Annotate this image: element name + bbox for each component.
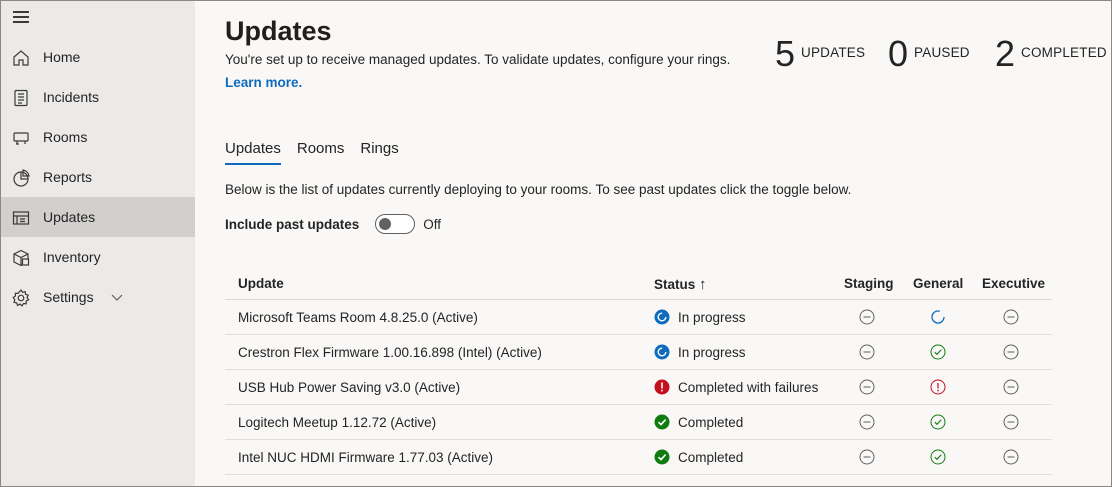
tab-rooms[interactable]: Rooms <box>297 140 345 165</box>
general-completed-icon <box>930 344 946 360</box>
update-name[interactable]: Crestron Flex Firmware 1.00.16.898 (Inte… <box>238 345 542 360</box>
incidents-icon <box>14 89 28 107</box>
toggle-knob <box>379 218 392 230</box>
staging-not-started-icon <box>859 449 875 465</box>
tab-list: Updates Rooms Rings <box>225 140 415 165</box>
status-completed-icon <box>654 414 670 430</box>
sidebar: Home Incidents Rooms Reports Updates Inv… <box>0 0 195 487</box>
general-in-progress-icon <box>930 309 946 325</box>
sidebar-item-label: Home <box>43 49 81 65</box>
table-row[interactable]: Crestron Flex Firmware 1.00.16.898 (Inte… <box>225 335 1052 370</box>
sidebar-item-incidents[interactable]: Incidents <box>0 77 195 117</box>
sidebar-item-home[interactable]: Home <box>0 37 195 77</box>
list-description: Below is the list of updates currently d… <box>225 182 852 197</box>
executive-not-started-icon <box>1003 379 1019 395</box>
update-name[interactable]: Intel NUC HDMI Firmware 1.77.03 (Active) <box>238 450 493 465</box>
chevron-down-icon[interactable] <box>110 290 124 304</box>
past-updates-toggle-row: Include past updates Off <box>225 214 441 234</box>
sidebar-item-label: Reports <box>43 169 93 185</box>
status-text: In progress <box>678 309 746 325</box>
stat-completed: 2 COMPLETED <box>995 36 1107 72</box>
stat-value: 0 <box>888 33 909 74</box>
sort-arrow-icon: ↑ <box>699 276 707 293</box>
executive-not-started-icon <box>1003 449 1019 465</box>
column-header-update[interactable]: Update <box>238 276 284 291</box>
stat-value: 5 <box>775 33 796 74</box>
status-text: In progress <box>678 344 746 360</box>
table-body: Microsoft Teams Room 4.8.25.0 (Active) In… <box>225 300 1052 475</box>
table-row[interactable]: Intel NUC HDMI Firmware 1.77.03 (Active)… <box>225 440 1052 475</box>
status-cell: Completed <box>654 414 743 430</box>
general-failure-icon <box>930 379 946 395</box>
sidebar-item-label: Updates <box>43 209 96 225</box>
column-header-label: Status <box>654 277 696 292</box>
reports-icon <box>13 169 30 187</box>
general-completed-icon <box>930 449 946 465</box>
staging-not-started-icon <box>859 379 875 395</box>
column-header-general[interactable]: General <box>913 276 963 291</box>
table-row[interactable]: Logitech Meetup 1.12.72 (Active) Complete… <box>225 405 1052 440</box>
table-header: Update Status ↑ Staging General Executiv… <box>225 265 1052 300</box>
executive-not-started-icon <box>1003 414 1019 430</box>
toggle-state: Off <box>423 216 442 232</box>
staging-not-started-icon <box>859 344 875 360</box>
status-in-progress-icon <box>654 309 670 325</box>
status-text: Completed <box>678 449 744 465</box>
learn-more-link[interactable]: Learn more. <box>225 75 302 90</box>
page-subtitle: You're set up to receive managed updates… <box>225 52 731 67</box>
inventory-icon <box>13 249 30 267</box>
hamburger-menu-icon[interactable] <box>13 11 29 23</box>
stat-label: COMPLETED <box>1021 45 1107 60</box>
status-text: Completed <box>678 414 744 430</box>
main-content: Updates You're set up to receive managed… <box>195 0 1112 487</box>
sidebar-item-label: Incidents <box>43 89 100 105</box>
stat-label: UPDATES <box>801 45 866 60</box>
status-cell: In progress <box>654 344 746 360</box>
status-cell: In progress <box>654 309 746 325</box>
stat-label: PAUSED <box>914 45 970 60</box>
column-header-staging[interactable]: Staging <box>844 276 894 291</box>
column-header-status[interactable]: Status ↑ <box>654 276 707 293</box>
table-row[interactable]: Microsoft Teams Room 4.8.25.0 (Active) In… <box>225 300 1052 335</box>
status-text: Completed with failures <box>678 379 819 395</box>
executive-not-started-icon <box>1003 344 1019 360</box>
sidebar-item-label: Settings <box>43 289 94 305</box>
table-row[interactable]: USB Hub Power Saving v3.0 (Active) Comple… <box>225 370 1052 405</box>
sidebar-item-updates[interactable]: Updates <box>0 197 195 237</box>
status-completed-icon <box>654 449 670 465</box>
status-in-progress-icon <box>654 344 670 360</box>
sidebar-item-inventory[interactable]: Inventory <box>0 237 195 277</box>
include-past-updates-toggle[interactable] <box>375 214 416 234</box>
page-title: Updates <box>225 16 332 46</box>
updates-icon <box>12 211 30 225</box>
stat-paused: 0 PAUSED <box>888 36 970 72</box>
update-name[interactable]: USB Hub Power Saving v3.0 (Active) <box>238 380 460 395</box>
sidebar-item-label: Inventory <box>43 249 101 265</box>
rooms-icon <box>13 132 29 145</box>
tab-updates[interactable]: Updates <box>225 140 281 165</box>
column-header-executive[interactable]: Executive <box>982 276 1045 291</box>
sidebar-item-rooms[interactable]: Rooms <box>0 117 195 157</box>
sidebar-item-settings[interactable]: Settings <box>0 277 195 317</box>
home-icon <box>13 50 29 66</box>
update-name[interactable]: Microsoft Teams Room 4.8.25.0 (Active) <box>238 310 478 325</box>
general-completed-icon <box>930 414 946 430</box>
toggle-label: Include past updates <box>225 216 360 232</box>
executive-not-started-icon <box>1003 309 1019 325</box>
status-cell: Completed with failures <box>654 379 818 395</box>
sidebar-item-label: Rooms <box>43 129 88 145</box>
stat-updates: 5 UPDATES <box>775 36 865 72</box>
updates-table: Update Status ↑ Staging General Executiv… <box>225 265 1052 475</box>
tab-rings[interactable]: Rings <box>360 140 398 165</box>
status-failure-icon <box>654 379 670 395</box>
staging-not-started-icon <box>859 414 875 430</box>
status-cell: Completed <box>654 449 743 465</box>
settings-icon <box>12 289 30 307</box>
stat-value: 2 <box>995 33 1016 74</box>
staging-not-started-icon <box>859 309 875 325</box>
sidebar-item-reports[interactable]: Reports <box>0 157 195 197</box>
update-name[interactable]: Logitech Meetup 1.12.72 (Active) <box>238 415 436 430</box>
